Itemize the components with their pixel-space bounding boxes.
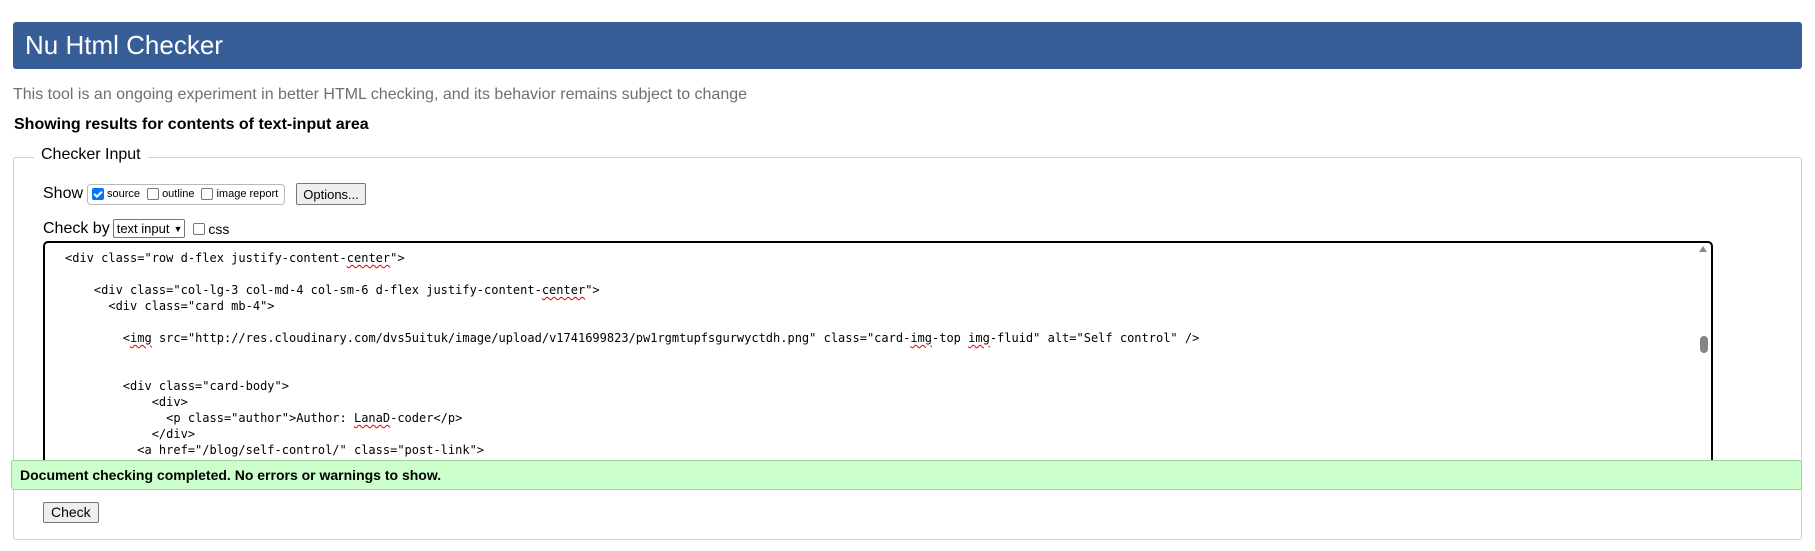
results-heading: Showing results for contents of text-inp… [14, 116, 369, 133]
code-line: <p class="author">Author: LanaD-coder</p… [65, 411, 463, 425]
check-by-row: Check by text input ▼ css [43, 219, 229, 238]
code-line: </div> [65, 427, 196, 441]
source-textarea[interactable]: <div class="row d-flex justify-content-c… [43, 241, 1713, 471]
check-by-selected-value: text input [116, 221, 170, 236]
css-checkbox[interactable] [193, 222, 206, 235]
scroll-up-arrow-icon[interactable] [1699, 246, 1707, 252]
show-label: Show [43, 185, 84, 202]
code-line: <div class="row d-flex justify-content-c… [65, 251, 405, 265]
css-option[interactable]: css [193, 221, 229, 237]
app-header: Nu Html Checker [13, 22, 1802, 69]
show-source-label: source [107, 188, 141, 200]
show-source-checkbox[interactable] [92, 188, 105, 200]
code-line: <div class="card-body"> [65, 379, 289, 393]
check-button[interactable]: Check [43, 502, 99, 523]
source-code: <div class="row d-flex justify-content-c… [65, 250, 1199, 458]
tagline: This tool is an ongoing experiment in be… [13, 86, 748, 103]
show-image-report-checkbox[interactable] [201, 188, 214, 200]
check-by-select[interactable]: text input ▼ [112, 219, 186, 238]
code-line: <a href="/blog/self-control/" class="pos… [65, 443, 485, 457]
app-title: Nu Html Checker [25, 30, 223, 60]
show-outline-label: outline [162, 188, 195, 200]
show-options-row: Show source outline image report Options… [43, 183, 366, 205]
show-source-option[interactable]: source [92, 188, 140, 200]
show-outline-checkbox[interactable] [147, 188, 160, 200]
status-message: Document checking completed. No errors o… [11, 460, 1802, 490]
show-image-report-label: image report [216, 188, 279, 200]
show-outline-option[interactable]: outline [147, 188, 194, 200]
options-button[interactable]: Options... [296, 183, 366, 205]
chevron-down-icon: ▼ [173, 223, 183, 234]
css-label: css [208, 220, 230, 237]
check-by-label: Check by [43, 219, 110, 237]
checker-input-legend: Checker Input [34, 146, 148, 164]
code-line: <img src="http://res.cloudinary.com/dvs5… [65, 331, 1200, 345]
show-image-report-option[interactable]: image report [201, 188, 278, 200]
scrollbar-thumb[interactable] [1700, 336, 1708, 353]
code-line: <div> [65, 395, 188, 409]
code-line: <div class="card mb-4"> [65, 299, 275, 313]
show-options-group: source outline image report [87, 183, 286, 205]
code-line: <div class="col-lg-3 col-md-4 col-sm-6 d… [65, 283, 600, 297]
